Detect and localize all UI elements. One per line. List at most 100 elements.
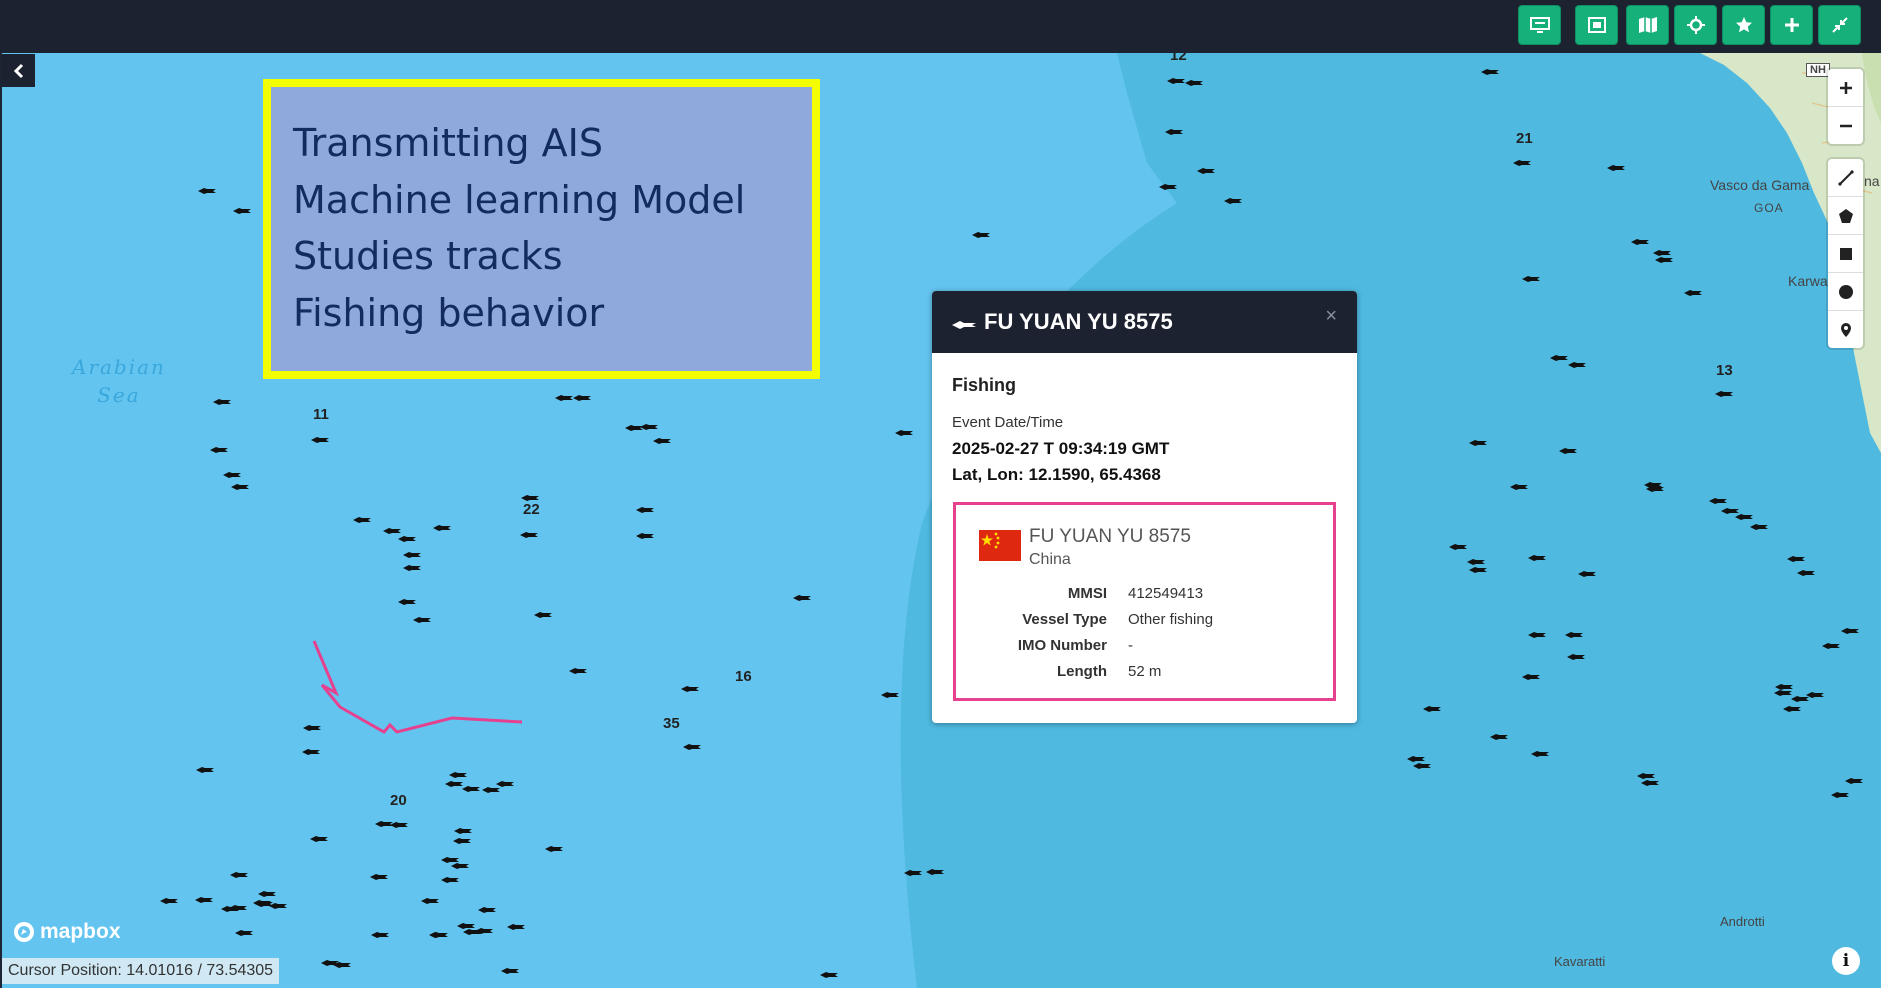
marker-tool-button[interactable] [1828, 311, 1863, 348]
vessel-marker[interactable] [441, 857, 459, 863]
vessel-marker[interactable] [235, 930, 253, 936]
vessel-marker[interactable] [370, 874, 388, 880]
vessel-marker[interactable] [653, 438, 671, 444]
vessel-marker[interactable] [403, 552, 421, 558]
vessel-marker[interactable] [545, 846, 563, 852]
popup-header: FU YUAN YU 8575 × [932, 291, 1357, 353]
vessel-marker[interactable] [454, 828, 472, 834]
zoom-out-button[interactable] [1828, 107, 1863, 144]
info-icon: i [1842, 951, 1850, 971]
circle-tool-button[interactable] [1828, 273, 1863, 311]
mmsi-label: MMSI [1067, 585, 1107, 602]
sidebar-toggle-button[interactable] [2, 54, 35, 87]
annotation-line: Studies tracks [293, 234, 563, 278]
vessel-marker[interactable] [457, 923, 475, 929]
vessel-marker[interactable] [445, 781, 463, 787]
vessel-marker[interactable] [520, 532, 538, 538]
vessel-marker[interactable] [895, 430, 913, 436]
vessel-marker[interactable] [636, 533, 654, 539]
vessel-marker[interactable] [375, 821, 393, 827]
vessel-marker[interactable] [972, 232, 990, 238]
vessel-marker[interactable] [683, 744, 701, 750]
vessel-marker[interactable] [210, 447, 228, 453]
vessel-marker[interactable] [462, 786, 480, 792]
fit-frame-button[interactable] [1575, 5, 1618, 45]
collapse-fullscreen-button[interactable] [1818, 5, 1861, 45]
vessel-marker[interactable] [820, 972, 838, 978]
vessel-marker[interactable] [195, 897, 213, 903]
vessel-marker[interactable] [269, 903, 287, 909]
plus-icon [1784, 18, 1799, 32]
target-button[interactable] [1674, 5, 1717, 45]
cluster-label: 35 [663, 715, 680, 732]
vessel-marker[interactable] [625, 425, 643, 431]
vessel-marker[interactable] [230, 872, 248, 878]
vessel-marker[interactable] [160, 898, 178, 904]
vessel-marker[interactable] [231, 484, 249, 490]
vessel-marker[interactable] [555, 395, 573, 401]
vessel-marker[interactable] [451, 863, 469, 869]
vessel-marker[interactable] [681, 686, 699, 692]
polygon-tool-button[interactable] [1828, 197, 1863, 235]
vessel-marker[interactable] [413, 617, 431, 623]
length-label: Length [1057, 663, 1107, 680]
add-button[interactable] [1770, 5, 1813, 45]
vessel-marker[interactable] [213, 399, 231, 405]
vessel-marker[interactable] [496, 781, 514, 787]
circle-tool-icon [1838, 284, 1853, 299]
vessel-card: FU YUAN YU 8575 China MMSI 412549413 Ves… [953, 502, 1336, 701]
vessel-marker[interactable] [233, 208, 251, 214]
vessel-marker[interactable] [449, 772, 467, 778]
vessel-marker[interactable] [478, 907, 496, 913]
vessel-marker[interactable] [258, 891, 276, 897]
vessel-marker[interactable] [507, 924, 525, 930]
vessel-marker[interactable] [482, 787, 500, 793]
layout-button[interactable] [1518, 5, 1561, 45]
sea-label-line2: Sea [97, 383, 141, 407]
annotation-box: Transmitting AIS Machine learning Model … [263, 79, 820, 379]
place-kavaratti: Kavaratti [1554, 954, 1606, 969]
vessel-marker[interactable] [534, 612, 552, 618]
favorites-button[interactable] [1722, 5, 1765, 45]
vessel-marker[interactable] [398, 536, 416, 542]
vessel-marker[interactable] [302, 749, 320, 755]
line-tool-button[interactable] [1828, 159, 1863, 197]
vessel-marker[interactable] [390, 822, 408, 828]
vessel-marker[interactable] [793, 595, 811, 601]
vessel-marker[interactable] [881, 692, 899, 698]
vessel-marker[interactable] [196, 767, 214, 773]
vessel-marker[interactable] [453, 838, 471, 844]
fit-frame-icon [1587, 17, 1606, 33]
vessel-marker[interactable] [383, 528, 401, 534]
vessel-marker[interactable] [421, 898, 439, 904]
close-icon[interactable]: × [1325, 305, 1337, 328]
place-karwar: Karwa [1788, 273, 1828, 289]
vessel-marker[interactable] [569, 668, 587, 674]
vessel-marker[interactable] [398, 599, 416, 605]
cluster-label: 20 [390, 792, 407, 809]
vessel-marker[interactable] [430, 932, 448, 938]
vessel-marker[interactable] [223, 472, 241, 478]
vessel-marker[interactable] [636, 507, 654, 513]
vessel-marker[interactable] [501, 968, 519, 974]
vessel-marker[interactable] [573, 395, 591, 401]
vessel-marker[interactable] [353, 517, 371, 523]
vessel-marker[interactable] [311, 437, 329, 443]
vessel-popup: FU YUAN YU 8575 × Fishing Event Date/Tim… [932, 291, 1357, 723]
vessel-marker[interactable] [303, 725, 321, 731]
vessel-marker[interactable] [433, 525, 451, 531]
place-partial: na [1864, 173, 1880, 189]
mapbox-logo[interactable]: mapbox [12, 920, 121, 944]
attribution-button[interactable]: i [1832, 947, 1860, 975]
vessel-marker[interactable] [640, 424, 658, 430]
vessel-marker[interactable] [310, 836, 328, 842]
vessel-marker[interactable] [198, 188, 216, 194]
vessel-marker[interactable] [371, 932, 389, 938]
vessel-type-label: Vessel Type [1022, 611, 1107, 628]
vessel-marker[interactable] [403, 565, 421, 571]
vessel-marker[interactable] [441, 877, 459, 883]
polygon-tool-icon [1838, 208, 1853, 223]
zoom-in-button[interactable] [1828, 69, 1863, 107]
map-button[interactable] [1626, 5, 1669, 45]
rectangle-tool-button[interactable] [1828, 235, 1863, 273]
